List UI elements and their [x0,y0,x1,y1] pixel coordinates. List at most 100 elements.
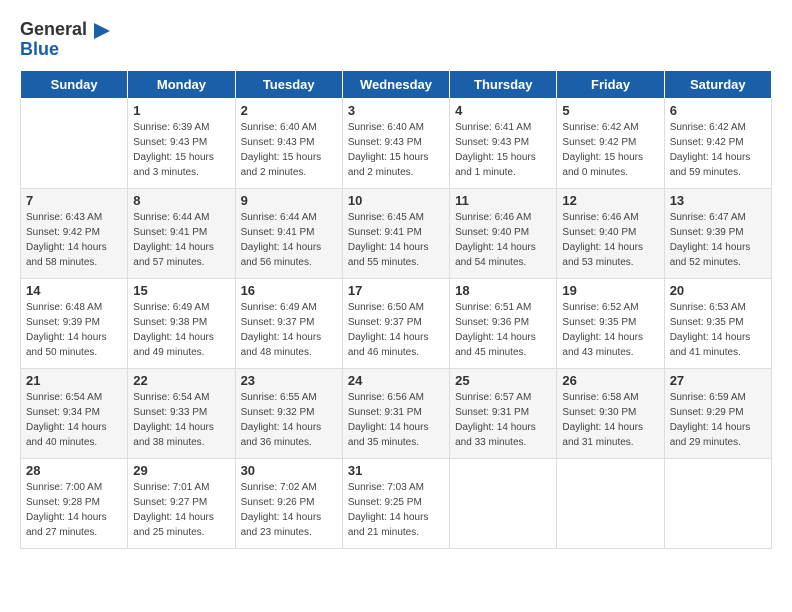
day-info: Sunrise: 6:47 AMSunset: 9:39 PMDaylight:… [670,210,766,270]
day-info: Sunrise: 6:49 AMSunset: 9:38 PMDaylight:… [133,300,229,360]
logo-arrow-icon [94,23,110,39]
day-info: Sunrise: 6:42 AMSunset: 9:42 PMDaylight:… [670,120,766,180]
calendar-cell: 23 Sunrise: 6:55 AMSunset: 9:32 PMDayligh… [235,368,342,458]
calendar-week-3: 14 Sunrise: 6:48 AMSunset: 9:39 PMDayligh… [21,278,772,368]
calendar-week-5: 28 Sunrise: 7:00 AMSunset: 9:28 PMDayligh… [21,458,772,548]
logo-text-general: General [20,19,87,39]
day-number: 17 [348,283,444,298]
calendar-body: 1 Sunrise: 6:39 AMSunset: 9:43 PMDaylight… [21,98,772,548]
day-info: Sunrise: 6:42 AMSunset: 9:42 PMDaylight:… [562,120,658,180]
day-number: 22 [133,373,229,388]
calendar-table: SundayMondayTuesdayWednesdayThursdayFrid… [20,70,772,549]
day-info: Sunrise: 7:03 AMSunset: 9:25 PMDaylight:… [348,480,444,540]
day-number: 30 [241,463,337,478]
calendar-cell: 3 Sunrise: 6:40 AMSunset: 9:43 PMDaylight… [342,98,449,188]
day-info: Sunrise: 6:50 AMSunset: 9:37 PMDaylight:… [348,300,444,360]
day-info: Sunrise: 6:40 AMSunset: 9:43 PMDaylight:… [241,120,337,180]
day-header-thursday: Thursday [450,70,557,98]
day-number: 4 [455,103,551,118]
day-info: Sunrise: 7:01 AMSunset: 9:27 PMDaylight:… [133,480,229,540]
day-info: Sunrise: 6:57 AMSunset: 9:31 PMDaylight:… [455,390,551,450]
day-number: 19 [562,283,658,298]
day-number: 12 [562,193,658,208]
calendar-cell: 29 Sunrise: 7:01 AMSunset: 9:27 PMDayligh… [128,458,235,548]
day-info: Sunrise: 6:40 AMSunset: 9:43 PMDaylight:… [348,120,444,180]
day-number: 20 [670,283,766,298]
logo: General Blue [20,20,110,60]
day-number: 16 [241,283,337,298]
day-number: 26 [562,373,658,388]
calendar-cell: 9 Sunrise: 6:44 AMSunset: 9:41 PMDaylight… [235,188,342,278]
day-number: 25 [455,373,551,388]
calendar-cell: 7 Sunrise: 6:43 AMSunset: 9:42 PMDaylight… [21,188,128,278]
day-number: 9 [241,193,337,208]
day-header-tuesday: Tuesday [235,70,342,98]
day-header-wednesday: Wednesday [342,70,449,98]
day-info: Sunrise: 6:53 AMSunset: 9:35 PMDaylight:… [670,300,766,360]
day-number: 6 [670,103,766,118]
calendar-cell: 27 Sunrise: 6:59 AMSunset: 9:29 PMDayligh… [664,368,771,458]
day-info: Sunrise: 6:46 AMSunset: 9:40 PMDaylight:… [455,210,551,270]
calendar-cell: 13 Sunrise: 6:47 AMSunset: 9:39 PMDayligh… [664,188,771,278]
day-number: 18 [455,283,551,298]
day-header-friday: Friday [557,70,664,98]
day-number: 14 [26,283,122,298]
day-number: 3 [348,103,444,118]
day-number: 21 [26,373,122,388]
day-number: 24 [348,373,444,388]
calendar-cell: 12 Sunrise: 6:46 AMSunset: 9:40 PMDayligh… [557,188,664,278]
day-header-sunday: Sunday [21,70,128,98]
calendar-cell: 10 Sunrise: 6:45 AMSunset: 9:41 PMDayligh… [342,188,449,278]
calendar-cell: 11 Sunrise: 6:46 AMSunset: 9:40 PMDayligh… [450,188,557,278]
day-info: Sunrise: 6:48 AMSunset: 9:39 PMDaylight:… [26,300,122,360]
calendar-cell: 28 Sunrise: 7:00 AMSunset: 9:28 PMDayligh… [21,458,128,548]
day-number: 13 [670,193,766,208]
calendar-week-2: 7 Sunrise: 6:43 AMSunset: 9:42 PMDaylight… [21,188,772,278]
day-info: Sunrise: 6:51 AMSunset: 9:36 PMDaylight:… [455,300,551,360]
calendar-cell: 14 Sunrise: 6:48 AMSunset: 9:39 PMDayligh… [21,278,128,368]
day-info: Sunrise: 6:55 AMSunset: 9:32 PMDaylight:… [241,390,337,450]
day-number: 28 [26,463,122,478]
day-number: 10 [348,193,444,208]
calendar-cell: 22 Sunrise: 6:54 AMSunset: 9:33 PMDayligh… [128,368,235,458]
day-info: Sunrise: 6:41 AMSunset: 9:43 PMDaylight:… [455,120,551,180]
day-info: Sunrise: 7:02 AMSunset: 9:26 PMDaylight:… [241,480,337,540]
calendar-cell [450,458,557,548]
day-info: Sunrise: 6:54 AMSunset: 9:33 PMDaylight:… [133,390,229,450]
calendar-cell: 5 Sunrise: 6:42 AMSunset: 9:42 PMDaylight… [557,98,664,188]
day-info: Sunrise: 6:39 AMSunset: 9:43 PMDaylight:… [133,120,229,180]
calendar-cell: 8Sunrise: 6:44 AMSunset: 9:41 PMDaylight… [128,188,235,278]
day-info: Sunrise: 6:59 AMSunset: 9:29 PMDaylight:… [670,390,766,450]
calendar-cell: 4 Sunrise: 6:41 AMSunset: 9:43 PMDaylight… [450,98,557,188]
day-info: Sunrise: 6:58 AMSunset: 9:30 PMDaylight:… [562,390,658,450]
day-info: Sunrise: 6:56 AMSunset: 9:31 PMDaylight:… [348,390,444,450]
day-number: 1 [133,103,229,118]
calendar-cell: 6 Sunrise: 6:42 AMSunset: 9:42 PMDaylight… [664,98,771,188]
calendar-cell: 26 Sunrise: 6:58 AMSunset: 9:30 PMDayligh… [557,368,664,458]
day-info: Sunrise: 6:52 AMSunset: 9:35 PMDaylight:… [562,300,658,360]
logo-text-blue: Blue [20,39,59,59]
day-number: 29 [133,463,229,478]
calendar-cell: 31Sunrise: 7:03 AMSunset: 9:25 PMDayligh… [342,458,449,548]
page-header: General Blue [20,20,772,60]
calendar-cell [21,98,128,188]
day-info: Sunrise: 7:00 AMSunset: 9:28 PMDaylight:… [26,480,122,540]
day-number: 23 [241,373,337,388]
day-info: Sunrise: 6:46 AMSunset: 9:40 PMDaylight:… [562,210,658,270]
calendar-cell: 20 Sunrise: 6:53 AMSunset: 9:35 PMDayligh… [664,278,771,368]
day-number: 11 [455,193,551,208]
day-number: 27 [670,373,766,388]
calendar-cell [557,458,664,548]
day-info: Sunrise: 6:43 AMSunset: 9:42 PMDaylight:… [26,210,122,270]
day-number: 7 [26,193,122,208]
calendar-cell: 30 Sunrise: 7:02 AMSunset: 9:26 PMDayligh… [235,458,342,548]
day-info: Sunrise: 6:44 AMSunset: 9:41 PMDaylight:… [241,210,337,270]
calendar-cell: 19 Sunrise: 6:52 AMSunset: 9:35 PMDayligh… [557,278,664,368]
calendar-cell: 2Sunrise: 6:40 AMSunset: 9:43 PMDaylight… [235,98,342,188]
calendar-header: SundayMondayTuesdayWednesdayThursdayFrid… [21,70,772,98]
day-number: 15 [133,283,229,298]
calendar-cell: 1 Sunrise: 6:39 AMSunset: 9:43 PMDaylight… [128,98,235,188]
day-number: 8 [133,193,229,208]
day-info: Sunrise: 6:45 AMSunset: 9:41 PMDaylight:… [348,210,444,270]
day-number: 5 [562,103,658,118]
